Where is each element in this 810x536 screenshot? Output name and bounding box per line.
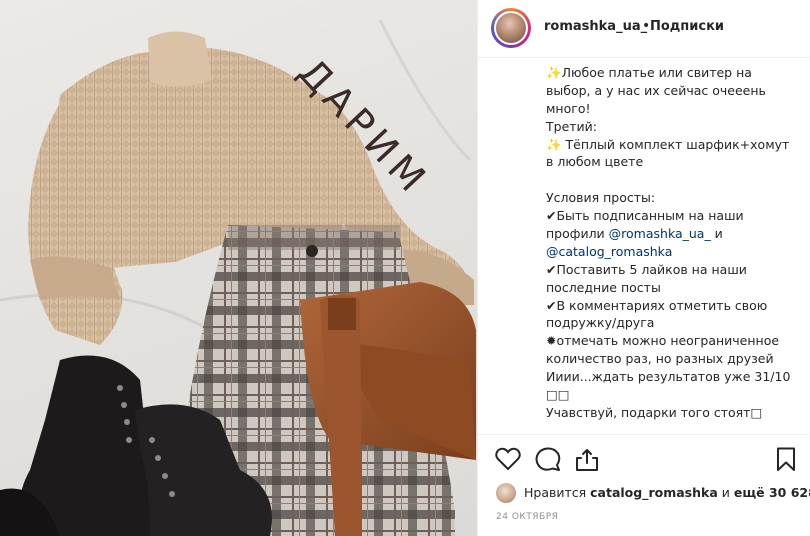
likes-middle: и (717, 485, 734, 500)
likes-row: Нравится catalog_romashka и ещё 30 628 (496, 483, 810, 503)
bookmark-icon[interactable] (776, 447, 796, 472)
instagram-post: ДАРИМ romashka_ua_ • Подписки ✨Любое пла… (0, 0, 810, 536)
caption-line: Третий: (546, 118, 598, 134)
action-bar (478, 434, 810, 482)
caption-line: ✨Любое платье или свитер на (546, 65, 752, 80)
caption-line: @catalog_romashka (546, 243, 800, 261)
photo-illustration (0, 19, 476, 536)
mention-link-romashka[interactable]: @romashka_ua_ (609, 226, 711, 241)
post-date[interactable]: 24 ОКТЯБРЯ (496, 512, 558, 522)
caption-line: в любом цвете (546, 154, 644, 170)
avatar-image (496, 13, 526, 43)
caption-line: ✨ Тёплый комплект шарфик+хомут (546, 136, 790, 152)
caption-line: Условия просты: (546, 190, 656, 206)
likes-prefix: Нравится (524, 485, 591, 500)
caption-line: последние посты (546, 279, 661, 295)
liker-username[interactable]: catalog_romashka (590, 485, 718, 500)
username-link[interactable]: romashka_ua_ (544, 19, 647, 34)
post-photo[interactable]: ДАРИМ (0, 0, 477, 536)
caption-line: много! (546, 100, 591, 116)
heart-icon[interactable] (495, 447, 521, 471)
avatar-frame (494, 11, 528, 45)
post-side-panel: romashka_ua_ • Подписки ✨Любое платье ил… (477, 0, 810, 536)
mention-link-catalog[interactable]: @catalog_romashka (546, 244, 672, 259)
caption-line: профили @romashka_ua_ и (546, 225, 800, 243)
caption-line: подружку/друга (546, 315, 655, 331)
avatar[interactable] (491, 8, 531, 48)
following-button[interactable]: Подписки (650, 19, 724, 34)
caption-line: ✔Поставить 5 лайков на наши (546, 261, 747, 277)
caption-text: и (710, 226, 723, 242)
caption-text: профили (546, 226, 609, 242)
caption-line: Ииии...ждать результатов уже 31/10 (546, 369, 791, 385)
caption-line: выбор, а у нас их сейчас очееень (546, 82, 766, 98)
post-caption: ✨Любое платье или свитер на выбор, а у н… (546, 64, 800, 426)
share-icon[interactable] (574, 446, 600, 472)
caption-line: □□ (546, 387, 570, 403)
caption-line: количество раз, но разных друзей (546, 351, 774, 367)
likes-text: Нравится catalog_romashka и ещё 30 628 (524, 485, 810, 500)
comment-icon[interactable] (535, 447, 561, 472)
liker-avatar[interactable] (496, 483, 516, 503)
caption-line: ✔В комментариях отметить свою (546, 297, 768, 313)
caption-line: ✔Быть подписанным на наши (546, 208, 744, 224)
caption-line: ✹отмечать можно неограниченное (546, 333, 780, 349)
caption-line: Учавствуй, подарки того стоят□ (546, 404, 763, 420)
post-header: romashka_ua_ • Подписки (478, 0, 810, 58)
likes-count[interactable]: ещё 30 628 (734, 485, 810, 500)
